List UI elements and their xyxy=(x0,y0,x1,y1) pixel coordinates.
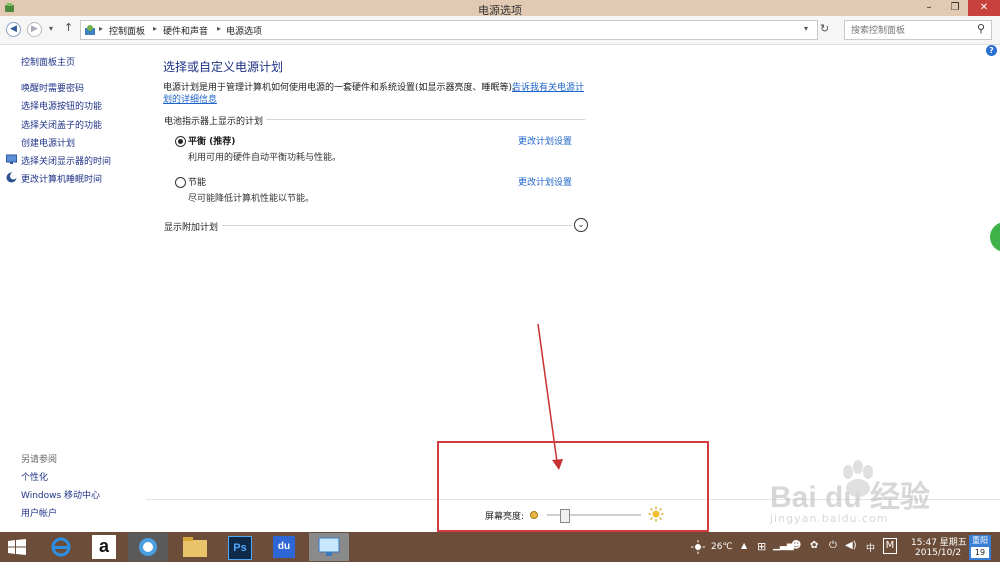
see-also-heading: 另请参阅 xyxy=(21,455,58,465)
watermark-url: jingyan.baidu.com xyxy=(770,512,889,525)
expand-chevron-down-icon[interactable]: ⌄ xyxy=(574,218,588,232)
search-icon[interactable]: ⚲ xyxy=(977,22,985,35)
minimize-button[interactable]: – xyxy=(916,0,942,16)
plan-balanced-change-link[interactable]: 更改计划设置 xyxy=(518,134,572,147)
help-button[interactable]: ? xyxy=(986,45,997,56)
plan-balanced-name[interactable]: 平衡 (推荐) xyxy=(188,134,235,147)
forward-button[interactable]: ▶ xyxy=(27,22,42,37)
see-also-user-accounts[interactable]: 用户帐户 xyxy=(21,506,57,519)
maximize-button[interactable]: ❐ xyxy=(942,0,968,16)
show-more-plans-label[interactable]: 显示附加计划 xyxy=(164,220,218,233)
side-widget-handle[interactable] xyxy=(990,222,1000,252)
section-divider xyxy=(266,119,585,120)
start-windows-icon[interactable] xyxy=(8,539,26,555)
taskbar-ie-icon[interactable] xyxy=(42,533,82,561)
control-panel-icon xyxy=(85,25,95,35)
breadcrumb-separator: ▸ xyxy=(99,24,104,33)
tray-app-icon[interactable]: ✿ xyxy=(810,540,818,551)
brightness-label: 屏幕亮度: xyxy=(485,512,525,522)
breadcrumb-power-options[interactable]: 电源选项 xyxy=(226,24,262,37)
address-bar[interactable]: ▸ 控制面板 ▸ 硬件和声音 ▸ 电源选项 ▾ xyxy=(80,20,818,40)
sidebar-item-require-password[interactable]: 唤醒时需要密码 xyxy=(21,81,84,94)
taskbar-photoshop-icon[interactable]: Ps xyxy=(220,533,260,561)
qq-icon[interactable]: ☻ xyxy=(791,540,801,551)
plan-saver-radio[interactable] xyxy=(175,177,186,188)
breadcrumb-control-panel[interactable]: 控制面板 xyxy=(109,24,145,37)
calendar-day: 19 xyxy=(971,547,989,558)
radio-selected-dot xyxy=(178,139,183,144)
section-title: 电池指示器上显示的计划 xyxy=(164,117,264,127)
ime-mode-indicator[interactable]: M xyxy=(883,538,897,554)
search-input[interactable] xyxy=(849,23,973,39)
see-also-mobility-center[interactable]: Windows 移动中心 xyxy=(21,488,100,501)
power-icon[interactable]: ⏻ xyxy=(829,540,837,551)
brightness-high-icon xyxy=(648,506,664,522)
tray-windows-icon[interactable]: ⊞ xyxy=(757,540,766,553)
clock-date[interactable]: 2015/10/2 xyxy=(915,548,961,558)
calendar-widget[interactable]: 重阳 19 xyxy=(969,535,991,560)
brightness-slider[interactable] xyxy=(547,509,641,523)
sidebar-item-create-plan[interactable]: 创建电源计划 xyxy=(21,136,75,149)
taskbar-browser-icon[interactable] xyxy=(128,533,168,561)
address-toolbar: ◀ ▶ ▾ ↑ ▸ 控制面板 ▸ 硬件和声音 ▸ 电源选项 ▾ ↻ ⚲ xyxy=(0,16,1000,45)
plan-saver-change-link[interactable]: 更改计划设置 xyxy=(518,175,572,188)
up-button[interactable]: ↑ xyxy=(64,21,73,34)
close-button[interactable]: ✕ xyxy=(968,0,1000,16)
sidebar-item-display-off[interactable]: 选择关闭显示器的时间 xyxy=(21,154,111,167)
brightness-low-icon xyxy=(530,511,538,519)
taskbar-control-panel-icon[interactable] xyxy=(309,533,349,561)
title-bar: 电源选项 – ❐ ✕ xyxy=(0,0,1000,17)
breadcrumb-hardware-sound[interactable]: 硬件和声音 xyxy=(163,24,208,37)
taskbar: a Ps du 26℃ ▲ ⊞ ▁▃▅ ☻ ✿ ⏻ ◀) 中 M 15:47 星… xyxy=(0,532,1000,562)
refresh-button[interactable]: ↻ xyxy=(820,22,829,35)
page-title: 选择或自定义电源计划 xyxy=(163,60,284,74)
ime-language-indicator[interactable]: 中 xyxy=(866,541,875,554)
volume-icon[interactable]: ◀) xyxy=(845,540,857,551)
sleep-moon-icon xyxy=(6,172,17,183)
weather-sun-icon[interactable] xyxy=(691,540,705,554)
breadcrumb-separator: ▸ xyxy=(153,24,158,33)
sidebar-item-power-buttons[interactable]: 选择电源按钮的功能 xyxy=(21,99,102,112)
display-icon xyxy=(6,154,17,164)
sidebar-item-lid[interactable]: 选择关闭盖子的功能 xyxy=(21,118,102,131)
calendar-festival: 重阳 xyxy=(972,536,988,545)
tray-overflow-icon[interactable]: ▲ xyxy=(741,541,747,550)
plan-balanced-radio[interactable] xyxy=(175,136,186,147)
sidebar-home-link[interactable]: 控制面板主页 xyxy=(21,55,75,68)
back-button[interactable]: ◀ xyxy=(6,22,21,37)
slider-thumb[interactable] xyxy=(560,509,570,523)
search-box[interactable]: ⚲ xyxy=(844,20,992,40)
taskbar-baidu-icon[interactable]: du xyxy=(265,533,305,561)
see-also-personalization[interactable]: 个性化 xyxy=(21,470,48,483)
learn-more-link-continued[interactable]: 划的详细信息 xyxy=(163,92,217,105)
sidebar-item-sleep[interactable]: 更改计算机睡眠时间 xyxy=(21,172,102,185)
baidu-watermark: Bai du 经验 jingyan.baidu.com xyxy=(770,458,995,528)
plan-saver-desc: 尽可能降低计算机性能以节能。 xyxy=(188,194,315,204)
taskbar-amazon-icon[interactable]: a xyxy=(84,533,124,561)
more-plans-divider xyxy=(222,225,572,226)
weather-temperature[interactable]: 26℃ xyxy=(711,542,733,552)
clock-time[interactable]: 15:47 星期五 xyxy=(911,535,967,548)
address-history-dropdown[interactable]: ▾ xyxy=(804,24,808,33)
taskbar-file-explorer-icon[interactable] xyxy=(175,533,215,561)
watermark-text: Bai du 经验 xyxy=(770,481,931,514)
learn-more-link[interactable]: 告诉我有关电源计 xyxy=(512,80,584,93)
plan-saver-name[interactable]: 节能 xyxy=(188,175,206,188)
recent-pages-dropdown[interactable]: ▾ xyxy=(49,24,53,33)
breadcrumb-separator: ▸ xyxy=(217,24,222,33)
plan-balanced-desc: 利用可用的硬件自动平衡功耗与性能。 xyxy=(188,153,342,163)
